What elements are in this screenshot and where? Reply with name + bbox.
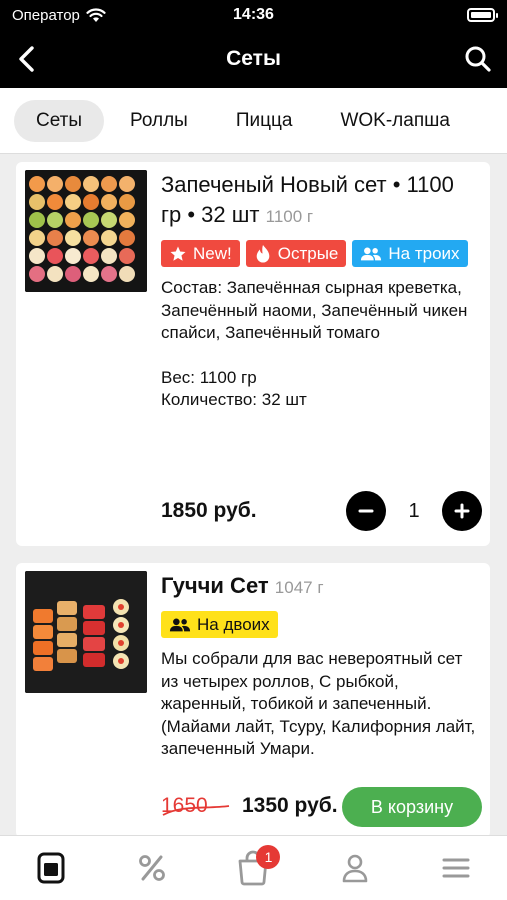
product-price: 1350 руб. [242,794,338,817]
tag-label: На двоих [197,614,270,634]
tab-pizza[interactable]: Пицца [214,100,315,142]
star-icon [170,246,186,261]
sushi-set-image [25,170,147,292]
menu-icon [37,852,65,884]
people-icon [361,246,382,260]
nav-cart[interactable]: 1 [223,843,283,893]
chevron-left-icon [19,46,34,72]
status-left: Оператор [12,7,106,24]
strikethrough-line [162,805,230,816]
decrease-button[interactable] [346,491,386,531]
carrier-label: Оператор [12,6,80,24]
tab-wok[interactable]: WOK-лапша [318,100,471,142]
page-title: Сеты [226,47,281,70]
search-icon [465,46,491,72]
hamburger-icon [442,858,470,878]
nav-promotions[interactable] [122,843,182,893]
product-title[interactable]: Гуччи Сет 1047 г [161,571,478,603]
product-description: Мы собрали для вас невероятный сет из че… [161,649,476,758]
nav-profile[interactable] [325,843,385,893]
tag-label: На троих [388,243,460,263]
cart-badge: 1 [256,845,281,869]
search-button[interactable] [461,42,495,76]
tab-sets[interactable]: Сеты [14,99,105,142]
product-title-text: Гуччи Сет [161,573,269,598]
wifi-icon [86,7,106,22]
tag-for-three: На троих [352,240,468,267]
bottom-nav: 1 [0,835,507,900]
product-description: Состав: Запечённая сырная креветка, Запе… [161,278,468,342]
quantity-stepper: 1 [346,491,482,531]
tag-new: New! [161,240,240,267]
category-tabs: Сеты Роллы Пицца WOK-лапша [0,88,507,154]
product-info: Гуччи Сет 1047 г На двоих Мы собрали для… [161,571,478,761]
nav-more[interactable] [426,843,486,893]
tag-label: New! [193,243,232,263]
product-card[interactable]: Запеченый Новый сет • 1100 гр • 32 шт 11… [16,162,490,546]
status-bar: Оператор 14:36 [0,0,507,30]
add-to-cart-button[interactable]: В корзину [342,787,482,827]
tab-rolls[interactable]: Роллы [108,100,210,142]
tag-spicy: Острые [245,240,347,267]
tag-for-two: На двоих [161,611,278,638]
product-card[interactable]: Гуччи Сет 1047 г На двоих Мы собрали для… [16,563,490,838]
people-icon [169,617,191,631]
product-weight-note: 1100 г [265,207,314,226]
minus-icon [358,509,374,513]
nav-menu[interactable] [21,843,81,893]
battery-icon [467,8,498,22]
product-title[interactable]: Запеченый Новый сет • 1100 гр • 32 шт 11… [161,170,478,232]
plus-icon [454,503,470,519]
app-header: Сеты [0,30,507,88]
product-price: 1850 руб. [161,499,257,522]
product-weight-note: 1047 г [274,578,324,597]
back-button[interactable] [10,42,44,76]
product-image[interactable] [25,571,147,693]
tag-label: Острые [277,243,339,263]
flame-icon [256,244,270,263]
increase-button[interactable] [442,491,482,531]
product-weight: Вес: 1100 гр [161,367,257,387]
product-count: Количество: 32 шт [161,390,307,409]
quantity-value: 1 [408,499,420,522]
profile-icon [342,854,368,883]
product-tags: На двоих [161,611,478,638]
sushi-set-image [25,571,147,693]
product-info: Запеченый Новый сет • 1100 гр • 32 шт 11… [161,170,478,412]
product-image[interactable] [25,170,147,292]
percent-icon [139,855,165,881]
product-tags: New! Острые На троих [161,240,478,267]
